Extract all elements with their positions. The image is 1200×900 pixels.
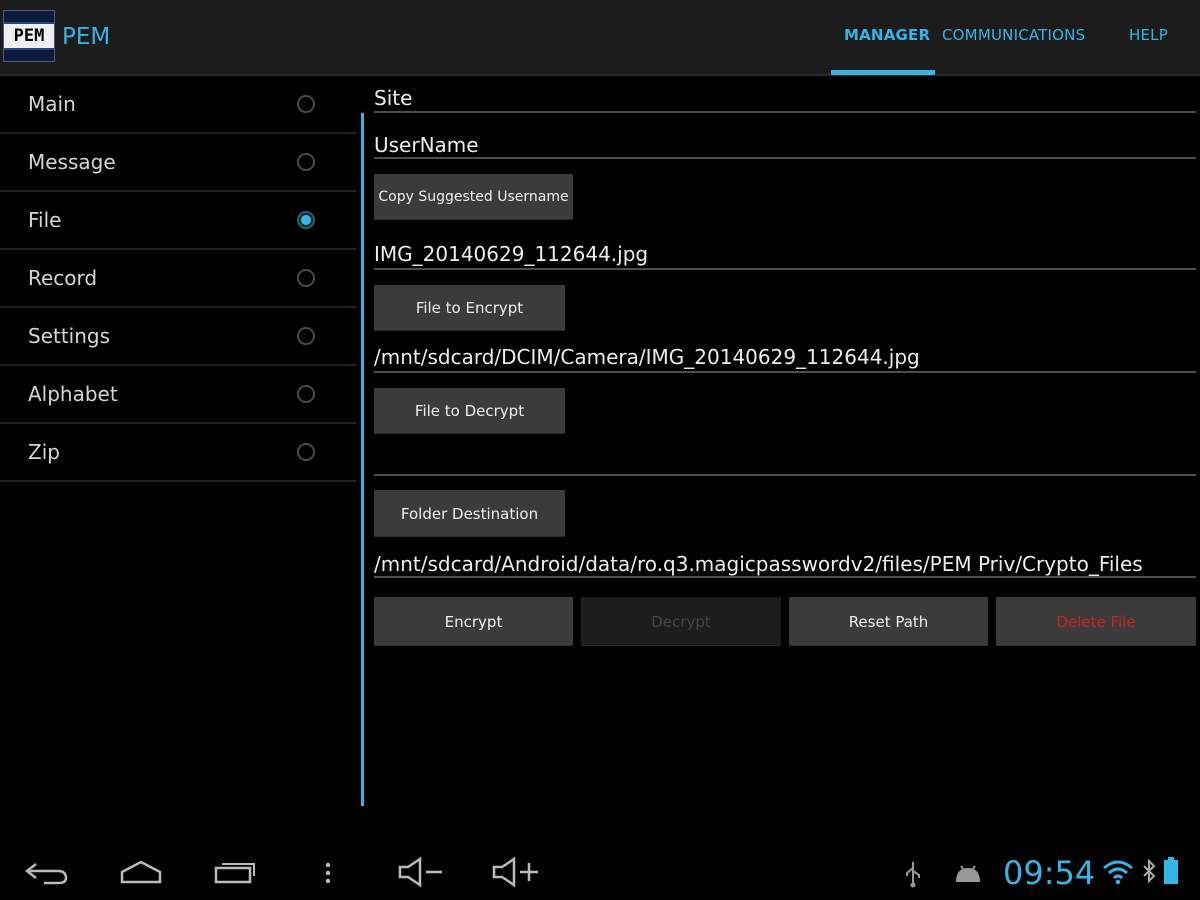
tab-help[interactable]: HELP: [1129, 26, 1168, 44]
site-field-underline: [374, 111, 1196, 113]
radio-button[interactable]: [297, 95, 315, 113]
sidebar-item-label: Alphabet: [28, 382, 118, 406]
radio-button[interactable]: [297, 443, 315, 461]
sidebar-item-label: Main: [28, 92, 76, 116]
sidebar-item-main[interactable]: Main: [0, 76, 356, 134]
sidebar-item-label: File: [28, 208, 62, 232]
tab-communications[interactable]: COMMUNICATIONS: [942, 26, 1085, 44]
delete-file-button[interactable]: Delete File: [996, 597, 1196, 646]
sidebar-item-message[interactable]: Message: [0, 134, 356, 192]
system-navigation-bar: 09:54: [0, 840, 1200, 900]
volume-up-icon[interactable]: [490, 856, 542, 888]
battery-icon: [1164, 857, 1178, 884]
destination-path-field[interactable]: /mnt/sdcard/Android/data/ro.q3.magicpass…: [374, 552, 1143, 576]
action-bar: PEM PEM MANAGER COMMUNICATIONS HELP: [0, 0, 1200, 76]
folder-destination-button[interactable]: Folder Destination: [374, 490, 565, 537]
username-field-underline: [374, 157, 1196, 159]
encrypt-button[interactable]: Encrypt: [374, 597, 573, 646]
app-title: PEM: [62, 24, 111, 50]
sidebar-item-label: Settings: [28, 324, 111, 348]
radio-button[interactable]: [297, 385, 315, 403]
sidebar-item-alphabet[interactable]: Alphabet: [0, 366, 356, 424]
decrypt-button[interactable]: Decrypt: [581, 597, 781, 646]
radio-button[interactable]: [297, 327, 315, 345]
sidebar-item-settings[interactable]: Settings: [0, 308, 356, 366]
file-to-encrypt-button[interactable]: File to Encrypt: [374, 285, 565, 331]
sidebar-item-file[interactable]: File: [0, 192, 356, 250]
copy-suggested-username-button[interactable]: Copy Suggested Username: [374, 174, 573, 220]
app-logo-text: PEM: [4, 22, 54, 50]
wifi-icon: [1103, 860, 1133, 885]
back-icon[interactable]: [24, 858, 70, 886]
decrypt-path-underline: [374, 474, 1196, 476]
app-logo[interactable]: PEM: [3, 10, 55, 62]
sidebar-item-label: Zip: [28, 440, 60, 464]
username-field[interactable]: UserName: [374, 133, 479, 157]
active-tab-indicator: [831, 70, 935, 75]
sidebar-item-label: Message: [28, 150, 116, 174]
encrypt-path-underline: [374, 371, 1196, 373]
tab-manager[interactable]: MANAGER: [844, 26, 930, 44]
reset-path-button[interactable]: Reset Path: [789, 597, 988, 646]
radio-button[interactable]: [297, 153, 315, 171]
recent-apps-icon[interactable]: [212, 858, 258, 886]
menu-icon[interactable]: [322, 860, 334, 886]
sidebar-item-record[interactable]: Record: [0, 250, 356, 308]
site-field[interactable]: Site: [374, 86, 412, 110]
encrypt-path-field[interactable]: /mnt/sdcard/DCIM/Camera/IMG_20140629_112…: [374, 345, 920, 369]
android-debug-icon: [956, 865, 980, 882]
sidebar-item-zip[interactable]: Zip: [0, 424, 356, 482]
volume-down-icon[interactable]: [396, 856, 448, 888]
panel-divider: [361, 113, 364, 806]
sidebar-nav: Main Message File Record Settings Alphab…: [0, 76, 356, 482]
radio-button-selected[interactable]: [297, 211, 315, 229]
radio-button[interactable]: [297, 269, 315, 287]
destination-path-underline: [374, 576, 1196, 578]
system-clock: 09:54: [1003, 854, 1096, 892]
usb-icon: [906, 862, 920, 888]
selected-file-underline: [374, 268, 1196, 270]
file-to-decrypt-button[interactable]: File to Decrypt: [374, 388, 565, 434]
sidebar-item-label: Record: [28, 266, 98, 290]
selected-file-name: IMG_20140629_112644.jpg: [374, 242, 649, 266]
bluetooth-icon: [1143, 858, 1156, 884]
home-icon[interactable]: [118, 858, 164, 886]
